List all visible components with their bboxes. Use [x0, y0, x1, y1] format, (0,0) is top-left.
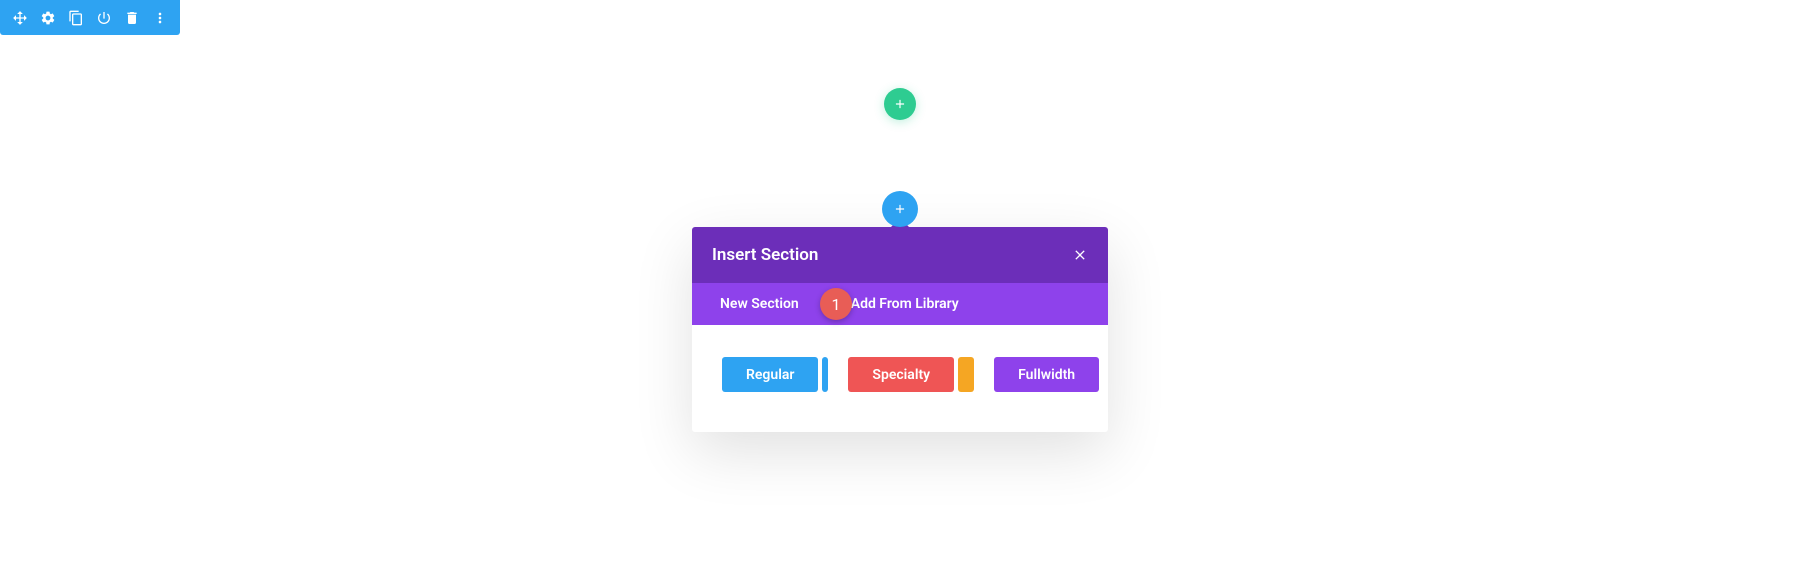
- dialog-header: Insert Section: [692, 227, 1108, 283]
- add-section-button[interactable]: [882, 191, 918, 227]
- close-button[interactable]: [1072, 247, 1088, 263]
- regular-chip[interactable]: [822, 357, 828, 392]
- annotation-badge: 1: [820, 288, 852, 320]
- specialty-button[interactable]: Specialty: [848, 357, 954, 392]
- add-row-button[interactable]: [884, 88, 916, 120]
- tab-add-from-library[interactable]: Add From Library: [851, 296, 959, 312]
- plus-icon: [893, 97, 907, 111]
- specialty-chip[interactable]: [958, 357, 974, 392]
- fullwidth-button[interactable]: Fullwidth: [994, 357, 1099, 392]
- plus-icon: [893, 202, 907, 216]
- specialty-group: Specialty: [848, 357, 974, 392]
- insert-section-dialog: Insert Section New Section Add From Libr…: [692, 227, 1108, 432]
- tab-new-section[interactable]: New Section: [720, 296, 799, 312]
- dialog-title: Insert Section: [712, 245, 818, 265]
- fullwidth-group: Fullwidth: [994, 357, 1099, 392]
- dialog-tabs: New Section Add From Library 1: [692, 283, 1108, 325]
- regular-group: Regular: [722, 357, 828, 392]
- close-icon: [1072, 247, 1088, 263]
- regular-button[interactable]: Regular: [722, 357, 818, 392]
- dialog-body: Regular Specialty Fullwidth: [692, 325, 1108, 432]
